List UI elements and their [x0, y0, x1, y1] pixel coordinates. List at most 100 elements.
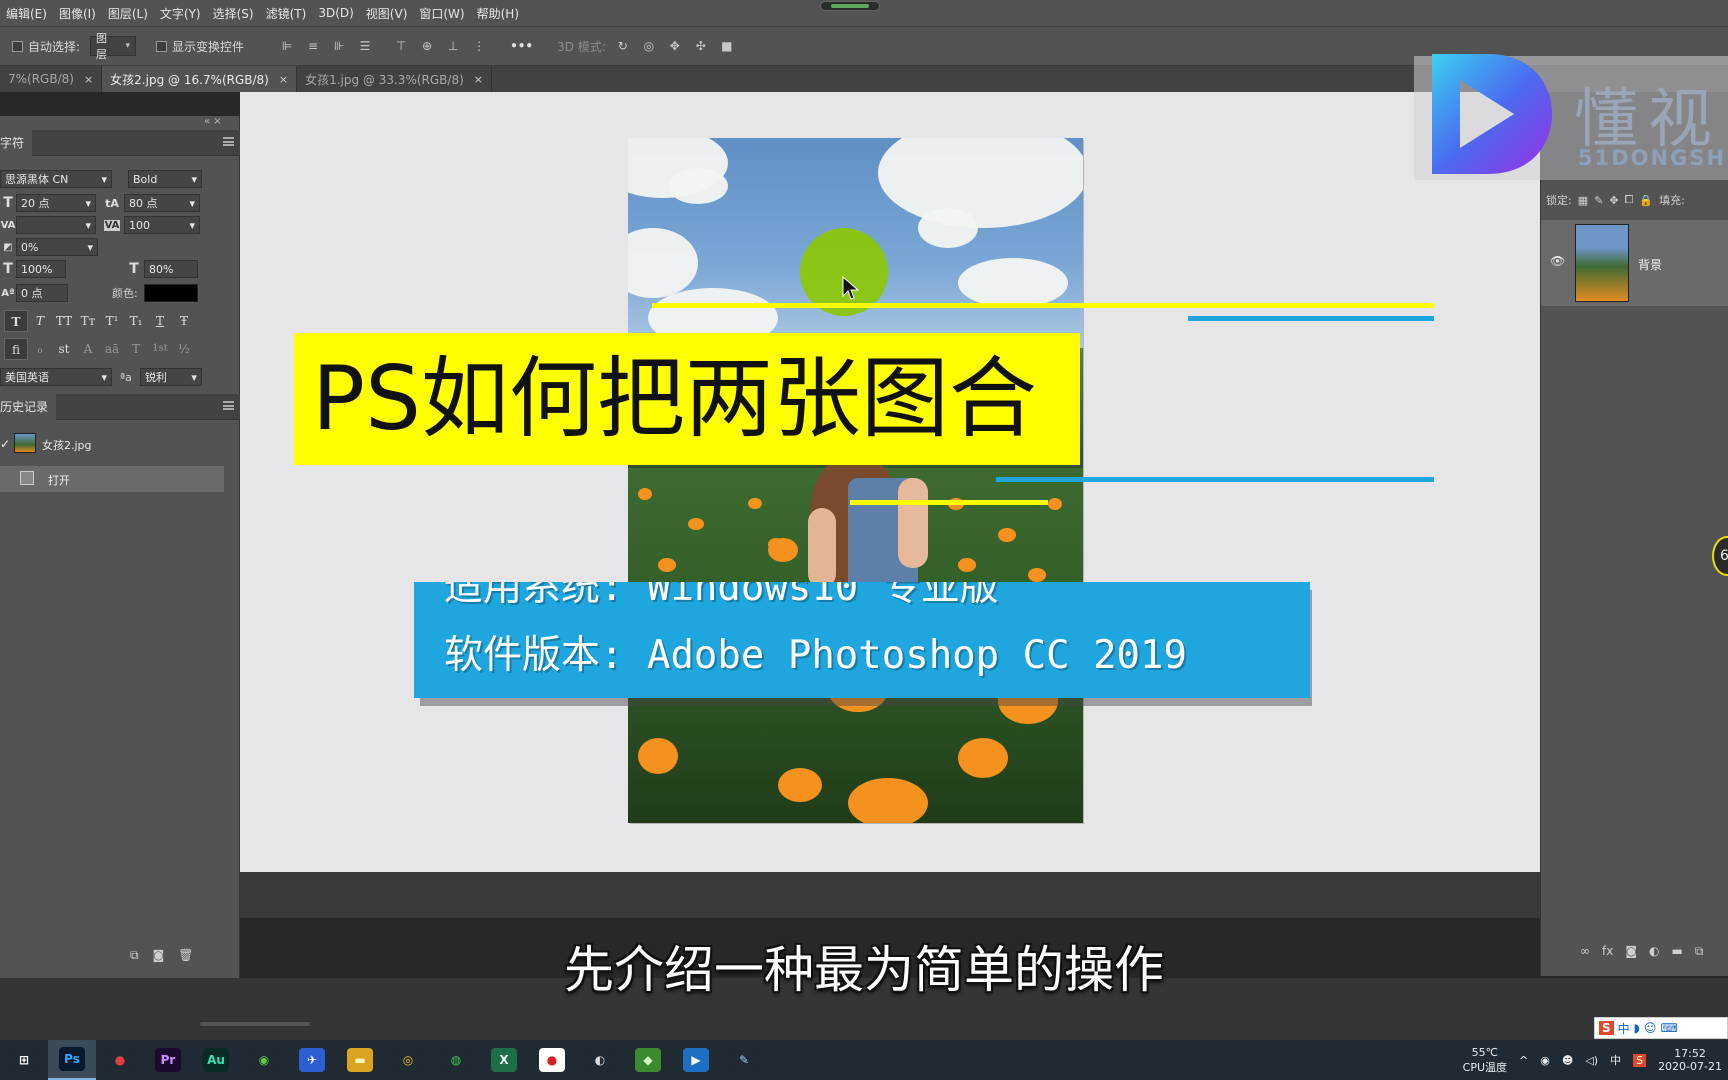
- font-family-dropdown[interactable]: 思源黑体 CN ▾: [0, 170, 112, 188]
- tab-document-3[interactable]: 女孩1.jpg @ 33.3%(RGB/8) ×: [297, 66, 492, 92]
- lock-move-icon[interactable]: ✥: [1609, 194, 1618, 207]
- menu-help[interactable]: 帮助(H): [471, 5, 525, 22]
- tray-sogou-icon[interactable]: S: [1633, 1053, 1647, 1067]
- tray-volume-icon[interactable]: ◁): [1585, 1054, 1598, 1067]
- tray-ime-indicator[interactable]: 中: [1610, 1052, 1621, 1068]
- 3d-pan-icon[interactable]: ✥: [668, 39, 682, 53]
- layer-row-background[interactable]: [1541, 220, 1728, 306]
- menu-layer[interactable]: 图层(L): [102, 5, 154, 22]
- collapse-panel-icon[interactable]: « ×: [204, 116, 222, 127]
- leading-field[interactable]: 80 点 ▾: [124, 194, 200, 212]
- panel-menu-icon[interactable]: [223, 137, 234, 146]
- auto-select-dropdown[interactable]: 图层 ▾: [90, 32, 137, 61]
- lock-all-icon[interactable]: 🔒: [1639, 194, 1653, 207]
- tsume-field[interactable]: 0% ▾: [16, 238, 98, 256]
- menu-image[interactable]: 图像(I): [53, 5, 102, 22]
- distribute-v-icon[interactable]: ⋮: [472, 39, 486, 53]
- lock-artboard-icon[interactable]: ⧠: [1625, 193, 1634, 207]
- taskbar-app-chrome[interactable]: ◎: [384, 1040, 432, 1080]
- antialias-dropdown[interactable]: 锐利 ▾: [139, 368, 202, 386]
- strikethrough-button[interactable]: Ŧ: [172, 310, 196, 332]
- close-icon[interactable]: ×: [84, 73, 93, 86]
- taskbar-app-wechat[interactable]: ◍: [432, 1040, 480, 1080]
- taskbar-app-app-gray[interactable]: ◐: [576, 1040, 624, 1080]
- horizontal-scale-field[interactable]: 80%: [144, 260, 198, 278]
- taskbar-app-audition[interactable]: Au: [192, 1040, 240, 1080]
- swash-button[interactable]: A: [76, 338, 100, 360]
- taskbar-app-app-note[interactable]: ✎: [720, 1040, 768, 1080]
- titling-alt-button[interactable]: T: [124, 338, 148, 360]
- taskbar-app-photoshop[interactable]: Ps: [48, 1040, 96, 1080]
- eye-icon[interactable]: 👁: [1550, 254, 1565, 268]
- tab-document-1[interactable]: 7%(RGB/8) ×: [0, 66, 103, 92]
- align-middle-icon[interactable]: ⊕: [420, 39, 434, 53]
- text-color-swatch[interactable]: [143, 284, 198, 302]
- faux-bold-button[interactable]: T: [4, 310, 28, 332]
- baseline-shift-field[interactable]: 0 点: [16, 284, 68, 302]
- tab-document-2[interactable]: 女孩2.jpg @ 16.7%(RGB/8) ×: [102, 66, 298, 92]
- taskbar-app-task-view[interactable]: ⊞: [0, 1040, 48, 1080]
- menu-type[interactable]: 文字(Y): [154, 5, 207, 22]
- lock-paint-icon[interactable]: ✎: [1594, 194, 1603, 207]
- panel-scrollbar[interactable]: [200, 1022, 310, 1026]
- 3d-rotate-icon[interactable]: ↻: [616, 39, 630, 53]
- taskbar-app-app-red[interactable]: ●: [96, 1040, 144, 1080]
- underline-button[interactable]: T: [148, 310, 172, 332]
- tray-clock[interactable]: 17:52 2020-07-21: [1658, 1047, 1722, 1073]
- close-icon[interactable]: ×: [279, 73, 288, 86]
- taskbar-app-app-green[interactable]: ◉: [240, 1040, 288, 1080]
- ordinals-button[interactable]: 1st: [148, 338, 172, 360]
- taskbar-app-app-bird[interactable]: ✈: [288, 1040, 336, 1080]
- tray-chevron-up-icon[interactable]: ^: [1519, 1054, 1528, 1067]
- taskbar-app-premiere[interactable]: Pr: [144, 1040, 192, 1080]
- 3d-scale-icon[interactable]: ■: [720, 39, 734, 53]
- tracking-field[interactable]: 100 ▾: [124, 216, 200, 234]
- ligature-button[interactable]: fi: [4, 338, 28, 360]
- lock-transparent-icon[interactable]: ▦: [1578, 194, 1588, 207]
- menu-3d[interactable]: 3D(D): [312, 6, 359, 20]
- panel-menu-icon[interactable]: [223, 401, 234, 410]
- ime-moon-icon[interactable]: ◗: [1634, 1021, 1640, 1035]
- align-right-icon[interactable]: ⊪: [332, 39, 346, 53]
- all-caps-button[interactable]: TT: [52, 310, 76, 332]
- menu-view[interactable]: 视图(V): [360, 5, 414, 22]
- menu-edit[interactable]: 编辑(E): [0, 5, 53, 22]
- close-icon[interactable]: ×: [474, 73, 483, 86]
- taskbar-app-app-leaf[interactable]: ◆: [624, 1040, 672, 1080]
- taskbar-app-recorder[interactable]: ●: [528, 1040, 576, 1080]
- menu-filter[interactable]: 滤镜(T): [260, 5, 313, 22]
- contextual-alt-button[interactable]: ℴ: [28, 338, 52, 360]
- menu-window[interactable]: 窗口(W): [413, 5, 470, 22]
- font-style-dropdown[interactable]: Bold ▾: [128, 170, 202, 188]
- taskbar-app-app-video[interactable]: ▶: [672, 1040, 720, 1080]
- discretionary-ligature-button[interactable]: st: [52, 338, 76, 360]
- align-left-icon[interactable]: ⊫: [280, 39, 294, 53]
- 3d-roll-icon[interactable]: ◎: [642, 39, 656, 53]
- character-panel-tab[interactable]: 字符: [0, 130, 33, 156]
- ime-emoji-icon[interactable]: ☺: [1644, 1021, 1657, 1035]
- taskbar-app-explorer[interactable]: ▬: [336, 1040, 384, 1080]
- tray-network-icon[interactable]: ◉: [1540, 1054, 1550, 1067]
- ime-mode-button[interactable]: 中: [1618, 1020, 1630, 1037]
- auto-select-checkbox[interactable]: [12, 40, 23, 52]
- vertical-scale-field[interactable]: 100%: [16, 260, 66, 278]
- fractions-button[interactable]: ½: [172, 338, 196, 360]
- superscript-button[interactable]: T¹: [100, 310, 124, 332]
- language-dropdown[interactable]: 美国英语 ▾: [0, 368, 112, 386]
- history-snapshot-row[interactable]: ✓ 女孩2.jpg: [0, 430, 224, 458]
- menu-select[interactable]: 选择(S): [207, 5, 260, 22]
- align-top-icon[interactable]: ⊤: [394, 39, 408, 53]
- subscript-button[interactable]: T₁: [124, 310, 148, 332]
- history-panel-tab[interactable]: 历史记录: [0, 394, 57, 420]
- ime-keyboard-icon[interactable]: ⌨: [1661, 1021, 1678, 1035]
- small-caps-button[interactable]: Tт: [76, 310, 100, 332]
- tray-user-icon[interactable]: ☻: [1562, 1054, 1573, 1067]
- taskbar-app-excel[interactable]: X: [480, 1040, 528, 1080]
- history-step-open[interactable]: 打开: [0, 466, 224, 492]
- stylistic-alt-button[interactable]: aā: [100, 338, 124, 360]
- align-center-icon[interactable]: ≡: [306, 39, 320, 53]
- more-options-button[interactable]: •••: [510, 39, 533, 53]
- font-size-field[interactable]: 20 点 ▾: [16, 194, 96, 212]
- show-transform-checkbox[interactable]: [156, 40, 168, 52]
- faux-italic-button[interactable]: T: [28, 310, 52, 332]
